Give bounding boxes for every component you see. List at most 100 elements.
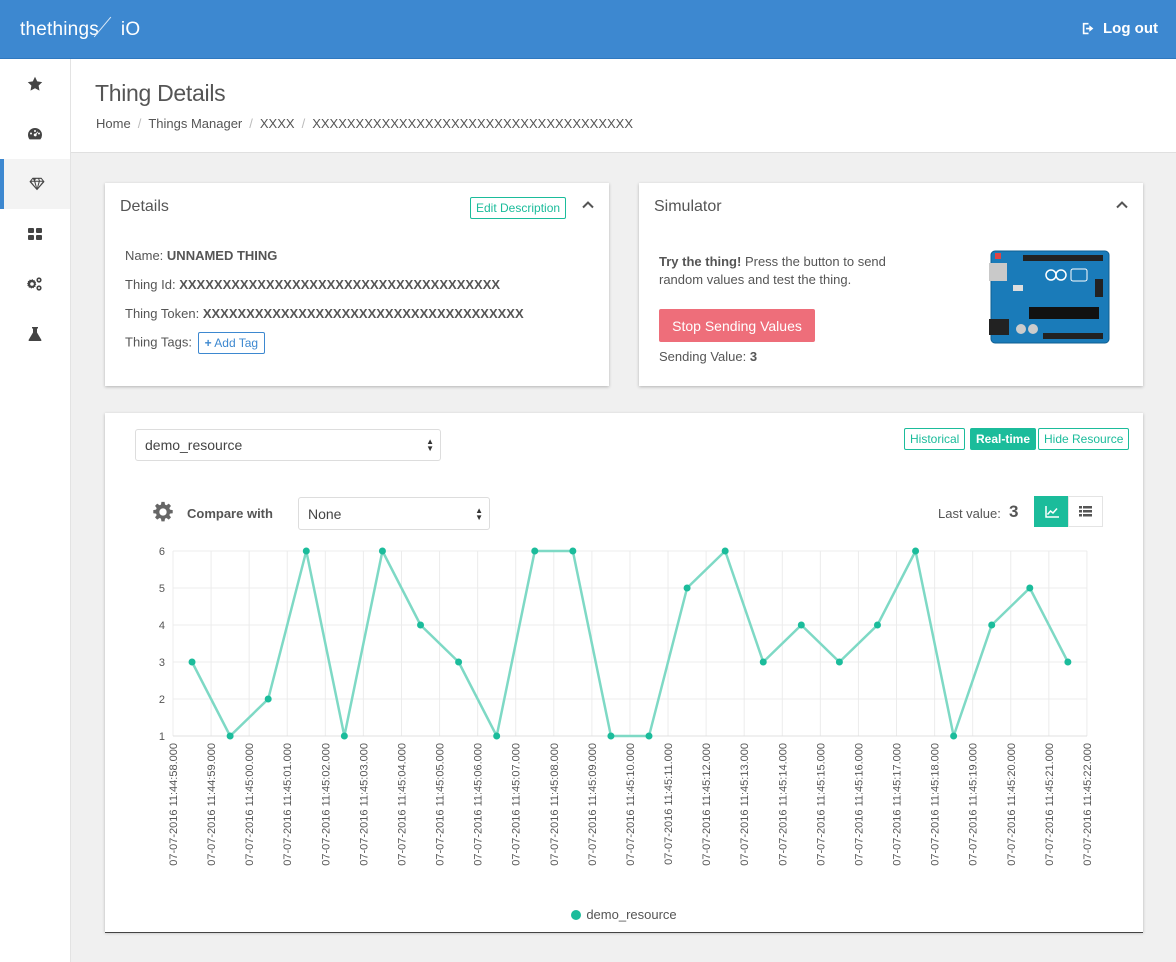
data-point xyxy=(340,732,348,740)
y-tick-label: 6 xyxy=(159,546,165,558)
data-point xyxy=(531,547,539,555)
x-tick-label: 07-07-2016 11:45:21.000 xyxy=(1044,743,1056,866)
data-point xyxy=(188,658,196,666)
try-text-2: random values and test the thing. xyxy=(659,272,852,287)
grid-icon xyxy=(28,228,42,240)
page-header: Thing Details Home / Things Manager / XX… xyxy=(71,59,1176,153)
thing-id-row: Thing Id: XXXXXXXXXXXXXXXXXXXXXXXXXXXXXX… xyxy=(125,277,500,292)
x-tick-label: 07-07-2016 11:45:07.000 xyxy=(511,743,523,866)
legend-label: demo_resource xyxy=(586,907,677,922)
try-text-1: Press the button to send xyxy=(741,254,886,269)
sidebar xyxy=(0,59,71,962)
add-tag-button[interactable]: + Add Tag xyxy=(197,332,266,354)
data-point xyxy=(264,695,272,703)
y-tick-label: 4 xyxy=(159,620,165,632)
sidebar-item-labs[interactable] xyxy=(0,309,70,359)
sidebar-item-favorites[interactable] xyxy=(0,59,70,109)
x-tick-label: 07-07-2016 11:45:01.000 xyxy=(282,743,294,866)
x-tick-label: 07-07-2016 11:45:04.000 xyxy=(396,743,408,866)
breadcrumb-things-manager[interactable]: Things Manager xyxy=(148,116,242,131)
sidebar-item-things[interactable] xyxy=(0,159,70,209)
add-tag-label: Add Tag xyxy=(214,336,259,350)
x-tick-label: 07-07-2016 11:45:20.000 xyxy=(1006,743,1018,866)
try-bold: Try the thing! xyxy=(659,254,742,269)
x-tick-label: 07-07-2016 11:45:18.000 xyxy=(930,743,942,866)
data-point xyxy=(1064,658,1072,666)
breadcrumb-current: XXXXXXXXXXXXXXXXXXXXXXXXXXXXXXXXXXXXX xyxy=(312,116,634,131)
plus-icon: + xyxy=(204,336,212,350)
logout-label: Log out xyxy=(1103,20,1158,37)
x-tick-label: 07-07-2016 11:45:00.000 xyxy=(244,743,256,866)
x-tick-label: 07-07-2016 11:45:19.000 xyxy=(968,743,980,866)
x-tick-label: 07-07-2016 11:45:10.000 xyxy=(625,743,637,866)
data-point xyxy=(302,547,310,555)
sign-out-icon xyxy=(1082,22,1094,35)
x-tick-label: 07-07-2016 11:45:15.000 xyxy=(815,743,827,866)
name-value: UNNAMED THING xyxy=(166,248,278,263)
x-tick-label: 07-07-2016 11:45:16.000 xyxy=(853,743,865,866)
name-label: Name: xyxy=(125,248,164,263)
x-tick-label: 07-07-2016 11:45:11.000 xyxy=(663,743,675,865)
x-tick-label: 07-07-2016 11:45:17.000 xyxy=(892,743,904,866)
breadcrumb-product[interactable]: XXXX xyxy=(260,116,295,131)
divider xyxy=(105,932,1143,933)
x-tick-label: 07-07-2016 11:45:14.000 xyxy=(777,743,789,866)
data-point xyxy=(226,732,234,740)
edit-description-button[interactable]: Edit Description xyxy=(470,197,567,219)
flask-icon xyxy=(28,327,42,341)
x-tick-label: 07-07-2016 11:45:02.000 xyxy=(320,743,332,866)
thing-token-value: XXXXXXXXXXXXXXXXXXXXXXXXXXXXXXXXXXXXX xyxy=(202,306,524,321)
x-tick-label: 07-07-2016 11:45:05.000 xyxy=(435,743,447,866)
data-point xyxy=(455,658,463,666)
chart-legend[interactable]: demo_resource xyxy=(105,907,1143,922)
stop-sending-button[interactable]: Stop Sending Values xyxy=(659,309,815,342)
breadcrumb-separator: / xyxy=(249,116,253,131)
dashboard-icon xyxy=(28,128,42,140)
sidebar-item-settings[interactable] xyxy=(0,259,70,309)
data-point xyxy=(645,732,653,740)
diamond-icon xyxy=(29,177,45,191)
data-point xyxy=(569,547,577,555)
star-icon xyxy=(27,76,43,91)
y-tick-label: 5 xyxy=(159,583,165,595)
breadcrumb-separator: / xyxy=(137,116,142,131)
chevron-up-icon[interactable] xyxy=(581,198,595,212)
sidebar-item-apps[interactable] xyxy=(0,209,70,259)
logo-text-left: thethings xyxy=(20,19,99,41)
top-bar: thethings iO Log out xyxy=(0,0,1176,59)
thethings-logo[interactable]: thethings iO xyxy=(20,19,140,41)
data-point xyxy=(759,658,767,666)
sending-value-label: Sending Value: xyxy=(659,349,747,364)
line-chart: 1 2 3 4 5 6 07-07-2016 11:44:58.000 07-07-2016 … xyxy=(159,546,1094,866)
thing-token-row: Thing Token: XXXXXXXXXXXXXXXXXXXXXXXXXXX… xyxy=(125,306,524,321)
details-card: Details Edit Description Name: UNNAMED T… xyxy=(105,183,609,386)
details-title: Details xyxy=(120,198,169,215)
gears-icon xyxy=(27,277,42,291)
data-point xyxy=(797,621,805,629)
y-tick-label: 2 xyxy=(159,694,165,706)
data-point xyxy=(493,732,501,740)
data-point xyxy=(607,732,615,740)
x-tick-label: 07-07-2016 11:45:09.000 xyxy=(587,743,599,866)
data-point xyxy=(683,584,691,592)
logout-button[interactable]: Log out xyxy=(1082,20,1158,37)
sending-value: 3 xyxy=(749,349,758,364)
data-point xyxy=(912,547,920,555)
chevron-up-icon[interactable] xyxy=(1115,198,1129,212)
sidebar-item-dashboard[interactable] xyxy=(0,109,70,159)
x-tick-label: 07-07-2016 11:44:58.000 xyxy=(168,743,180,866)
x-tick-label: 07-07-2016 11:45:13.000 xyxy=(739,743,751,866)
x-tick-label: 07-07-2016 11:45:06.000 xyxy=(473,743,485,866)
thing-token-label: Thing Token: xyxy=(125,306,200,321)
data-point xyxy=(417,621,425,629)
breadcrumb: Home / Things Manager / XXXX / XXXXXXXXX… xyxy=(96,116,633,131)
data-point xyxy=(1026,584,1034,592)
data-point xyxy=(873,621,881,629)
breadcrumb-home[interactable]: Home xyxy=(96,116,131,131)
x-tick-label: 07-07-2016 11:45:22.000 xyxy=(1082,743,1094,866)
simulator-description: Try the thing! Press the button to send … xyxy=(659,253,886,289)
thing-id-value: XXXXXXXXXXXXXXXXXXXXXXXXXXXXXXXXXXXXX xyxy=(179,277,501,292)
resource-card: demo_resource ▲ ▼ Historical Real-time Hi… xyxy=(105,413,1143,932)
simulator-title: Simulator xyxy=(654,198,722,215)
page-title: Thing Details xyxy=(95,80,226,106)
